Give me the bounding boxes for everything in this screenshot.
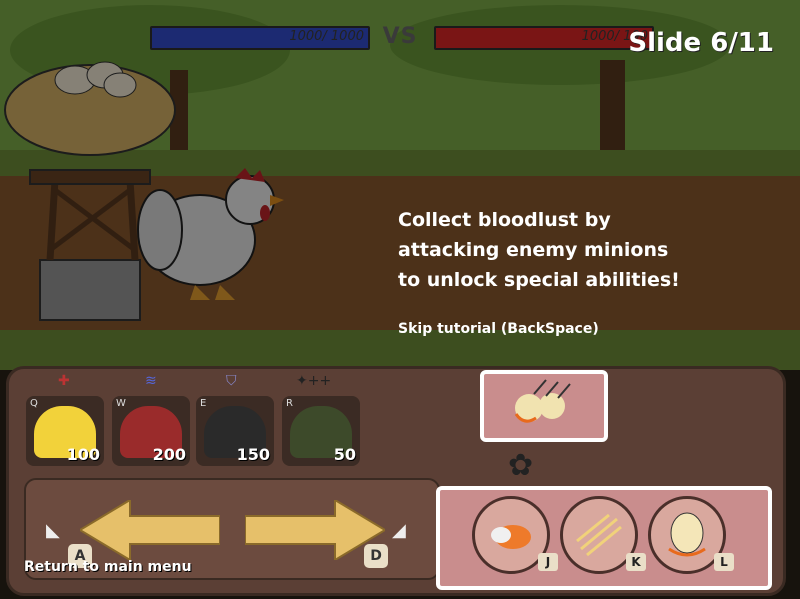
unit-key: R: [286, 398, 293, 409]
enemy-health-bar: 1000/ 100: [434, 26, 654, 50]
fireball-icon: [491, 525, 531, 549]
slide-counter: Slide 6/11: [628, 28, 774, 58]
egg-icon: [668, 512, 706, 557]
unit-key: E: [200, 398, 207, 409]
unit-card-camo-penguin[interactable]: R 50: [282, 396, 360, 466]
skip-tutorial-button[interactable]: Skip tutorial (BackSpace): [398, 321, 599, 337]
bloodlust-claw-icon: [514, 379, 571, 423]
health-hud: 1000/ 1000 VS 1000/ 100: [150, 22, 655, 50]
unit-card-turkey[interactable]: W 200: [112, 396, 190, 466]
boot-left-icon: ◣: [46, 520, 60, 541]
bloodlust-meter: [480, 370, 608, 442]
shield-icon: ⛉: [226, 373, 237, 389]
attack-icon: ✚: [58, 373, 70, 389]
tutorial-message: Collect bloodlust by attacking enemy min…: [398, 209, 680, 291]
ability-key-j: J: [538, 553, 558, 571]
move-left-button[interactable]: [80, 500, 220, 560]
speed-icon: ≋: [145, 373, 157, 389]
player-health-text: 1000/ 1000: [289, 29, 364, 44]
ability-key-l: L: [714, 553, 734, 571]
lotus-icon: ✿: [508, 448, 534, 483]
unit-cost: 200: [152, 445, 186, 464]
unit-cost: 150: [236, 445, 270, 464]
plus-plus-icon: ✦++: [296, 373, 332, 389]
unit-card-penguin[interactable]: E 150: [196, 396, 274, 466]
boot-right-icon: ◢: [392, 520, 406, 541]
versus-label: VS: [382, 24, 418, 49]
unit-cost: 100: [66, 445, 100, 464]
return-to-main-menu-link[interactable]: Return to main menu: [24, 559, 192, 575]
unit-card-duck[interactable]: Q 100: [26, 396, 104, 466]
unit-cost: 50: [333, 445, 356, 464]
ability-key-k: K: [626, 553, 646, 571]
unit-key: Q: [30, 398, 38, 409]
player-health-bar: 1000/ 1000: [150, 26, 370, 50]
scratch-icon: [576, 513, 622, 557]
unit-key: W: [116, 398, 126, 409]
right-key-hint: D: [364, 544, 388, 568]
